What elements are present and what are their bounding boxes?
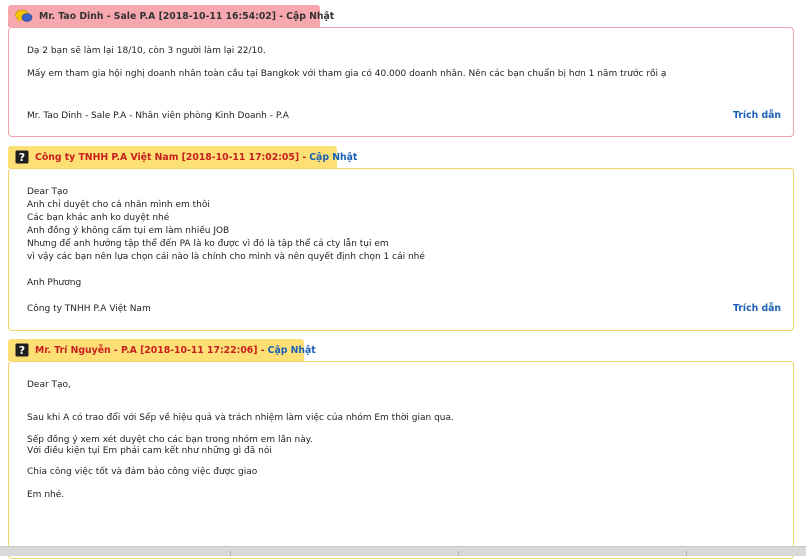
footer-divider bbox=[230, 551, 231, 556]
message-line: vì vậy các bạn nên lựa chọn cái nào là c… bbox=[27, 252, 425, 262]
message-line: Sau khi A có trao đổi với Sếp về hiệu qu… bbox=[27, 413, 454, 423]
message-timestamp: [2018-10-11 17:02:05] bbox=[181, 151, 300, 163]
message-signature: Công ty TNHH P.A Việt Nam bbox=[27, 304, 151, 314]
message-line: Với điều kiện tụi Em phải cam kết như nh… bbox=[27, 446, 272, 456]
message-line: Anh đồng ý không cấm tụi em làm nhiều JO… bbox=[27, 226, 230, 236]
message-line: Dạ 2 bạn sẽ làm lại 18/10, còn 3 người l… bbox=[27, 46, 266, 56]
message-line: Dear Tạo bbox=[27, 187, 69, 197]
footer-divider bbox=[458, 551, 459, 556]
message-author: Mr. Tao Dinh - Sale P.A bbox=[39, 10, 156, 22]
message-line: Anh Phương bbox=[27, 278, 82, 288]
message-3: ? Mr. Trí Nguyễn - P.A [2018-10-11 17:22… bbox=[8, 339, 794, 559]
chat-bubbles-icon bbox=[15, 9, 33, 23]
message-2-header: ? Công ty TNHH P.A Việt Nam [2018-10-11 … bbox=[8, 146, 357, 168]
header-separator: - bbox=[260, 344, 265, 356]
message-timestamp: [2018-10-11 16:54:02] bbox=[158, 10, 277, 22]
header-separator: - bbox=[279, 10, 284, 22]
message-line: Các bạn khác anh ko duyệt nhé bbox=[27, 213, 170, 223]
header-separator: - bbox=[302, 151, 307, 163]
svg-text:?: ? bbox=[19, 151, 25, 164]
footer-divider bbox=[686, 551, 687, 556]
message-line: Nhưng để anh hưởng tập thể đến PA là ko … bbox=[27, 239, 389, 249]
message-3-header: ? Mr. Trí Nguyễn - P.A [2018-10-11 17:22… bbox=[8, 339, 316, 361]
message-signature: Mr. Tao Dinh - Sale P.A - Nhân viên phòn… bbox=[27, 111, 289, 121]
update-link[interactable]: Cập Nhật bbox=[309, 152, 357, 163]
svg-text:?: ? bbox=[19, 344, 25, 357]
message-2: ? Công ty TNHH P.A Việt Nam [2018-10-11 … bbox=[8, 146, 794, 331]
message-timestamp: [2018-10-11 17:22:06] bbox=[140, 344, 258, 356]
message-line: Dear Tạo, bbox=[27, 380, 71, 390]
update-link[interactable]: Cập Nhật bbox=[268, 345, 316, 356]
message-author: Công ty TNHH P.A Việt Nam bbox=[35, 151, 179, 163]
update-link[interactable]: Cập Nhật bbox=[286, 11, 334, 22]
message-1: Mr. Tao Dinh - Sale P.A [2018-10-11 16:5… bbox=[8, 5, 794, 137]
quote-link[interactable]: Trích dẫn bbox=[733, 303, 781, 314]
message-line: Anh chỉ duyệt cho cá nhân mình em thôi bbox=[27, 200, 210, 210]
question-mark-icon: ? bbox=[15, 150, 29, 164]
message-2-body: Dear Tạo Anh chỉ duyệt cho cá nhân mình … bbox=[8, 168, 794, 331]
message-line: Mấy em tham gia hội nghị doanh nhân toàn… bbox=[27, 69, 667, 79]
message-line: Chia công việc tốt và đảm bảo công việc … bbox=[27, 467, 258, 477]
message-3-body: Dear Tạo, Sau khi A có trao đổi với Sếp … bbox=[8, 361, 794, 559]
quote-link[interactable]: Trích dẫn bbox=[733, 110, 781, 121]
question-mark-icon: ? bbox=[15, 343, 29, 357]
message-1-header: Mr. Tao Dinh - Sale P.A [2018-10-11 16:5… bbox=[8, 5, 334, 27]
message-line: Em nhé. bbox=[27, 490, 65, 500]
message-1-body: Dạ 2 bạn sẽ làm lại 18/10, còn 3 người l… bbox=[8, 27, 794, 137]
message-author: Mr. Trí Nguyễn - P.A bbox=[35, 344, 137, 356]
